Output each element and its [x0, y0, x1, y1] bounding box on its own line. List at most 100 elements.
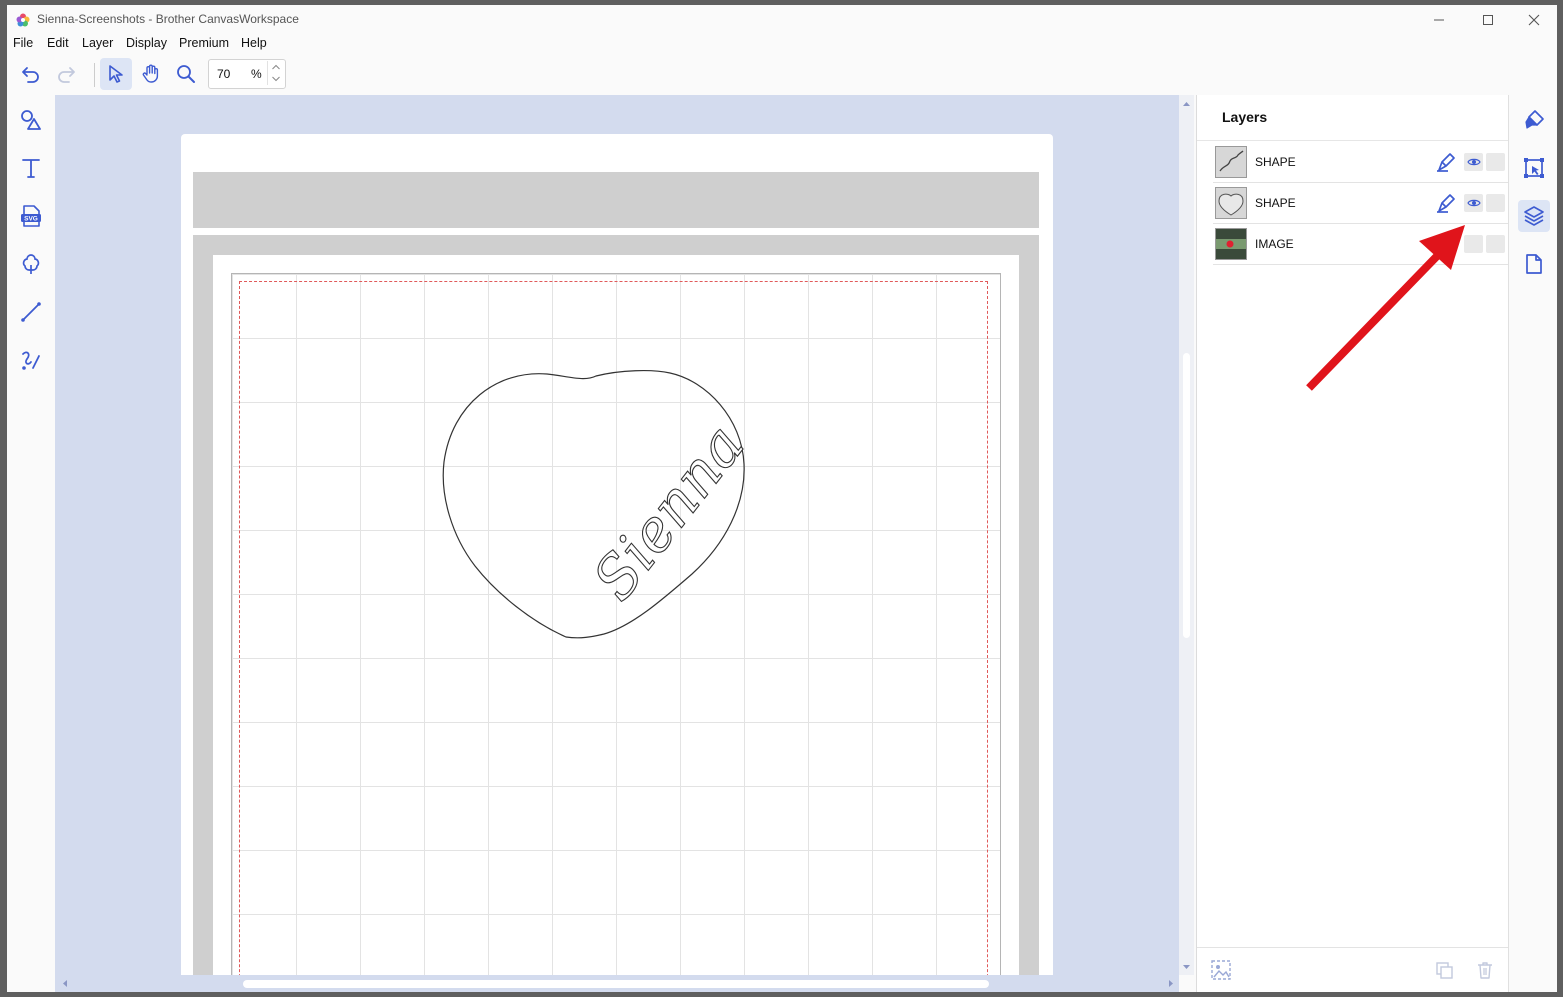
layer-row[interactable]: IMAGE	[1213, 224, 1508, 265]
layers-panel-title: Layers	[1222, 109, 1268, 125]
sienna-design-text[interactable]: Sienna	[579, 411, 758, 613]
pattern-tool-button[interactable]	[16, 249, 46, 279]
vertical-scroll-thumb[interactable]	[1183, 353, 1190, 638]
canvas-area[interactable]: Sienna	[55, 95, 1179, 975]
layer-row[interactable]: SHAPE	[1213, 142, 1508, 183]
menu-display[interactable]: Display	[126, 36, 167, 50]
freehand-icon	[22, 351, 40, 370]
pen-icon[interactable]	[1434, 150, 1458, 174]
shapes-tool-button[interactable]	[16, 105, 46, 135]
horizontal-scroll-thumb[interactable]	[243, 980, 989, 988]
redo-button[interactable]	[50, 58, 82, 90]
transform-panel-button[interactable]	[1518, 152, 1550, 184]
close-icon	[1528, 14, 1540, 26]
line-icon	[21, 302, 41, 322]
layer-name: SHAPE	[1255, 196, 1296, 210]
zoom-value: 70	[217, 67, 231, 81]
eye-icon	[1466, 158, 1481, 166]
toolbar-separator	[94, 63, 95, 87]
freehand-tool-button[interactable]	[16, 345, 46, 375]
layers-panel-button[interactable]	[1518, 200, 1550, 232]
visibility-toggle[interactable]	[1464, 153, 1483, 171]
app-logo-icon	[16, 13, 30, 27]
maximize-button[interactable]	[1474, 9, 1502, 31]
pen-icon[interactable]	[1434, 191, 1458, 215]
visibility-toggle[interactable]	[1464, 235, 1483, 253]
maximize-icon	[1483, 15, 1493, 25]
svg-icon: SVG	[21, 205, 41, 227]
menu-layer[interactable]: Layer	[82, 36, 113, 50]
paint-icon	[1525, 110, 1544, 129]
zoom-spinner[interactable]	[267, 61, 284, 85]
undo-button[interactable]	[15, 58, 47, 90]
transform-icon	[1524, 158, 1544, 178]
layers-panel: Layers SHAPE SHAPE IMAGE	[1196, 95, 1509, 992]
panel-divider	[1197, 140, 1509, 141]
paper-sheet: Sienna	[181, 134, 1053, 975]
mat-top-strip	[193, 172, 1039, 228]
layer-name: IMAGE	[1255, 237, 1294, 251]
scroll-right-icon	[1169, 980, 1173, 987]
title-bar: Sienna-Screenshots - Brother CanvasWorks…	[7, 5, 1557, 35]
zoom-input[interactable]: 70 %	[208, 59, 286, 89]
mat-inner: Sienna	[213, 255, 1019, 975]
chevron-up-icon	[272, 64, 280, 70]
layer-row[interactable]: SHAPE	[1213, 183, 1508, 224]
shapes-icon	[21, 110, 41, 130]
menu-premium[interactable]: Premium	[179, 36, 229, 50]
window-title: Sienna-Screenshots - Brother CanvasWorks…	[37, 12, 299, 26]
pan-tool-button[interactable]	[135, 58, 167, 90]
canvas-vertical-scrollbar[interactable]	[1179, 95, 1194, 975]
photo-thumb	[1215, 228, 1247, 260]
select-tool-button[interactable]	[100, 58, 132, 90]
delete-layer-button[interactable]	[1472, 957, 1498, 983]
eye-icon	[1466, 199, 1481, 207]
close-button[interactable]	[1520, 9, 1548, 31]
duplicate-layer-button[interactable]	[1431, 957, 1457, 983]
scroll-up-icon	[1183, 102, 1190, 106]
paint-panel-button[interactable]	[1518, 104, 1550, 136]
redo-icon	[58, 67, 75, 83]
svg-import-button[interactable]: SVG	[16, 201, 46, 231]
right-toolbar	[1508, 95, 1557, 992]
canvas-horizontal-scrollbar[interactable]	[55, 975, 1179, 992]
menu-file[interactable]: File	[13, 36, 33, 50]
text-tool-button[interactable]	[16, 153, 46, 183]
cutting-mat: Sienna	[193, 235, 1039, 975]
hand-icon	[142, 64, 159, 83]
app-window: Sienna-Screenshots - Brother CanvasWorks…	[7, 5, 1557, 992]
image-trace-icon	[1211, 960, 1231, 980]
text-icon	[22, 159, 40, 178]
lock-toggle[interactable]	[1486, 235, 1505, 253]
zoom-tool-button[interactable]	[170, 58, 202, 90]
minimize-icon	[1434, 19, 1444, 21]
layer-name: SHAPE	[1255, 155, 1296, 169]
undo-icon	[22, 67, 39, 83]
trash-icon	[1478, 962, 1492, 979]
grid-board: Sienna	[231, 273, 1001, 975]
left-toolbar: SVG	[7, 95, 56, 992]
scroll-down-icon	[1183, 965, 1190, 969]
lock-toggle[interactable]	[1486, 194, 1505, 212]
menu-edit[interactable]: Edit	[47, 36, 69, 50]
heart-thumb	[1215, 187, 1247, 219]
duplicate-icon	[1436, 962, 1453, 979]
layers-icon	[1524, 206, 1544, 226]
svg-text:SVG: SVG	[24, 216, 38, 223]
line-tool-button[interactable]	[16, 297, 46, 327]
sienna-text-thumb	[1215, 146, 1247, 178]
minimize-button[interactable]	[1425, 9, 1453, 31]
image-trace-button[interactable]	[1208, 957, 1234, 983]
tree-shape-icon	[22, 254, 40, 274]
scroll-left-icon	[63, 980, 67, 987]
menu-bar: File Edit Layer Display Premium Help	[7, 35, 1557, 55]
visibility-toggle[interactable]	[1464, 194, 1483, 212]
design-group[interactable]: Sienna	[232, 274, 1000, 975]
page-panel-button[interactable]	[1518, 248, 1550, 280]
chevron-down-icon	[272, 76, 280, 82]
lock-toggle[interactable]	[1486, 153, 1505, 171]
main-toolbar: 70 %	[7, 55, 1557, 95]
panel-footer-divider	[1197, 947, 1509, 948]
menu-help[interactable]: Help	[241, 36, 267, 50]
zoom-unit: %	[251, 67, 262, 81]
